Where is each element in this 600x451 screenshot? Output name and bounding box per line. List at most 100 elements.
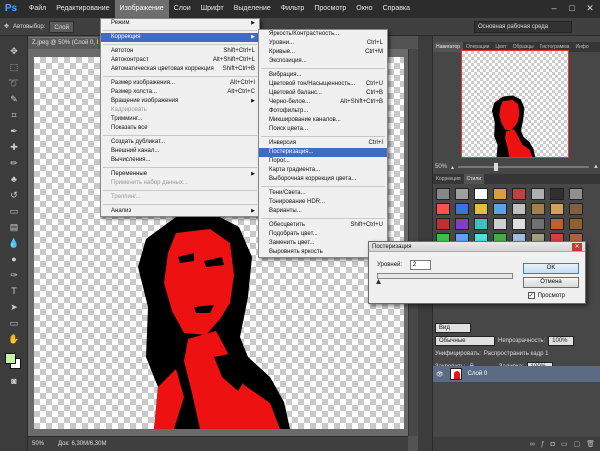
style-swatch[interactable] — [474, 218, 488, 230]
menu-help[interactable]: Справка — [378, 0, 415, 18]
style-swatch[interactable] — [512, 218, 526, 230]
style-swatch[interactable] — [512, 203, 526, 215]
tab-adjustments[interactable]: Коррекция — [433, 174, 464, 184]
eyedropper-icon[interactable]: ✒ — [6, 124, 22, 138]
style-swatch[interactable] — [531, 203, 545, 215]
stamp-icon[interactable]: ♣ — [6, 172, 22, 186]
style-swatch[interactable] — [474, 188, 488, 200]
path-select-icon[interactable]: ➤ — [6, 300, 22, 314]
navigator-preview[interactable] — [461, 50, 569, 158]
image-menu-item[interactable]: Внешний канал... — [101, 147, 259, 156]
style-swatch[interactable] — [569, 218, 583, 230]
image-menu-item[interactable]: Коррекция ▶ — [101, 33, 259, 42]
image-menu-item[interactable]: Вращение изображения ▶ — [101, 97, 259, 106]
image-menu-item[interactable]: Автоматическая цветовая коррекция Shift+C… — [101, 65, 259, 74]
autoselect-label[interactable]: Автовыбор: — [13, 24, 45, 30]
image-menu-item[interactable]: Размер холста... Alt+Ctrl+C — [101, 88, 259, 97]
zoom-in-icon[interactable]: ▲ — [593, 164, 599, 170]
document-tab[interactable]: Z.jpeg @ 50% (Слой 0, RGB/8) * — [28, 37, 98, 49]
style-swatch[interactable] — [569, 188, 583, 200]
image-menu-item[interactable]: Режим ▶ — [101, 19, 259, 28]
crop-icon[interactable]: ⌗ — [6, 108, 22, 122]
adjust-menu-item[interactable]: Цветовой тон/Насыщенность... Ctrl+U — [259, 80, 387, 89]
workspace-switcher[interactable]: Основная рабочая среда — [474, 21, 572, 33]
shape-icon[interactable]: ▭ — [6, 316, 22, 330]
menu-edit[interactable]: Редактирование — [51, 0, 114, 18]
adjust-menu-item[interactable]: Яркость/Контрастность... — [259, 30, 387, 39]
blend-mode-dropdown[interactable]: Обычные — [435, 335, 495, 346]
adjust-menu-item[interactable]: Поиск цвета... — [259, 125, 387, 134]
adjust-menu-item[interactable]: Черно-белое... Alt+Shift+Ctrl+B — [259, 98, 387, 107]
adjust-menu-item[interactable]: Кривые... Ctrl+M — [259, 48, 387, 57]
menu-type[interactable]: Шрифт — [196, 0, 229, 18]
style-swatch[interactable] — [436, 188, 450, 200]
menu-window[interactable]: Окно — [351, 0, 377, 18]
healing-icon[interactable]: ✚ — [6, 140, 22, 154]
style-swatch[interactable] — [550, 188, 564, 200]
propagate-label[interactable]: Распространить кадр 1 — [484, 351, 549, 357]
quick-select-icon[interactable]: ✎ — [6, 92, 22, 106]
adjust-menu-item[interactable]: Цветовой баланс... Ctrl+B — [259, 89, 387, 98]
image-menu-item[interactable]: Вычисления... — [101, 156, 259, 165]
adjust-menu-item[interactable]: Фотофильтр... — [259, 107, 387, 116]
zoom-slider[interactable] — [458, 163, 590, 171]
adjust-menu-item[interactable]: Варианты... — [259, 207, 387, 216]
style-swatch[interactable] — [550, 218, 564, 230]
adjust-menu-item[interactable]: Уровни... Ctrl+L — [259, 39, 387, 48]
adjust-menu-item[interactable]: Порог... — [259, 157, 387, 166]
style-swatch[interactable] — [531, 218, 545, 230]
zoom-out-icon[interactable]: ▴ — [451, 164, 454, 171]
menu-layers[interactable]: Слои — [169, 0, 196, 18]
autoselect-dropdown[interactable]: Слой — [49, 20, 74, 33]
marquee-icon[interactable]: ⬚ — [6, 60, 22, 74]
layer-name[interactable]: Слой 0 — [468, 371, 488, 377]
close-icon[interactable]: ✕ — [583, 1, 597, 15]
style-swatch[interactable] — [531, 188, 545, 200]
style-swatch[interactable] — [455, 218, 469, 230]
foreground-color-swatch[interactable] — [5, 353, 16, 364]
move-tool-icon[interactable]: ✥ — [4, 23, 9, 30]
menu-filter[interactable]: Фильтр — [276, 0, 310, 18]
menu-image[interactable]: Изображение — [114, 0, 169, 18]
image-menu-item[interactable]: Автотон Shift+Ctrl+L — [101, 47, 259, 56]
adjust-menu-item[interactable]: Обесцветить Shift+Ctrl+U — [259, 221, 387, 230]
adjust-menu-item[interactable]: Вибрация... — [259, 71, 387, 80]
style-swatch[interactable] — [550, 203, 564, 215]
style-swatch[interactable] — [569, 203, 583, 215]
image-menu-item[interactable]: Анализ ▶ — [101, 207, 259, 216]
navigator-zoom[interactable]: 50% — [435, 164, 447, 170]
lasso-icon[interactable]: ➰ — [6, 76, 22, 90]
link-icon[interactable]: ∞ — [530, 441, 535, 448]
menu-select[interactable]: Выделение — [229, 0, 276, 18]
layer-row[interactable]: 👁 Слой 0 — [433, 366, 600, 382]
image-menu-item[interactable]: Размер изображения... Alt+Ctrl+I — [101, 79, 259, 88]
image-menu-item[interactable]: Тримминг... — [101, 115, 259, 124]
image-menu-item[interactable]: Создать дубликат... — [101, 138, 259, 147]
zoom-slider-thumb[interactable] — [494, 163, 499, 171]
new-layer-icon[interactable]: ▢ — [573, 440, 580, 448]
fx-icon[interactable]: ƒ — [541, 441, 545, 448]
style-swatch[interactable] — [493, 203, 507, 215]
levels-slider[interactable] — [377, 273, 513, 279]
style-swatch[interactable] — [455, 188, 469, 200]
adjust-menu-item[interactable]: Микширование каналов... — [259, 116, 387, 125]
adjust-menu-item[interactable]: Экспозиция... — [259, 57, 387, 66]
adjust-menu-item[interactable]: Подобрать цвет... — [259, 230, 387, 239]
levels-slider-thumb[interactable] — [376, 279, 381, 284]
maximize-icon[interactable]: □ — [565, 1, 579, 15]
preview-checkbox[interactable]: ✓ — [527, 292, 535, 299]
quick-mask-icon[interactable]: ◙ — [6, 374, 22, 388]
gradient-icon[interactable]: ▤ — [6, 220, 22, 234]
tab-navigator[interactable]: Навигатор — [433, 42, 464, 52]
adjust-menu-item[interactable]: Карта градиента... — [259, 166, 387, 175]
blur-icon[interactable]: 💧 — [6, 236, 22, 250]
style-swatch[interactable] — [493, 188, 507, 200]
menu-view[interactable]: Просмотр — [309, 0, 351, 18]
adjust-menu-item[interactable]: Тонирование HDR... — [259, 198, 387, 207]
tab-styles[interactable]: Стили — [463, 174, 484, 184]
move-icon[interactable]: ✥ — [6, 44, 22, 58]
type-icon[interactable]: T — [6, 284, 22, 298]
style-swatch[interactable] — [455, 203, 469, 215]
menu-file[interactable]: Файл — [24, 0, 51, 18]
minimize-icon[interactable]: – — [547, 1, 561, 15]
